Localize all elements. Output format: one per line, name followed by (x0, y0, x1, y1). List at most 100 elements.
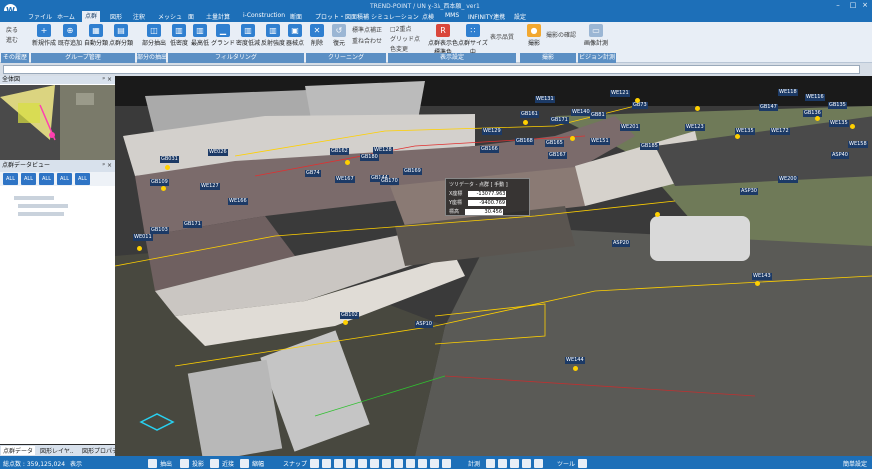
point-label[interactable]: GB147 (759, 104, 778, 111)
delete-button[interactable]: ✕ 削除 (310, 24, 324, 47)
point-label[interactable]: GB171 (183, 221, 202, 228)
point-marker[interactable] (815, 116, 820, 121)
partial-extract-button[interactable]: ◫ 部分抽出 (142, 24, 166, 47)
point-label[interactable]: ASP20 (612, 240, 630, 247)
point-marker[interactable] (695, 106, 700, 111)
menu-mesh[interactable]: メッシュ (158, 12, 182, 21)
menu-file[interactable]: ファイル (28, 12, 52, 21)
point-marker[interactable] (850, 124, 855, 129)
instrument-point-button[interactable]: ▣ 器械点 (286, 24, 304, 47)
standard-correct-button[interactable]: 標準点補正 (352, 25, 382, 34)
menu-infinity[interactable]: INFINITY連携 (468, 12, 505, 21)
capture-button[interactable]: ● 撮影 (527, 24, 541, 47)
point-label[interactable]: WE129 (482, 128, 502, 135)
point-label[interactable]: ASP10 (415, 321, 433, 328)
menu-point-cloud[interactable]: 点群 (82, 11, 101, 22)
point-label[interactable]: GB168 (515, 138, 534, 145)
low-density-button[interactable]: ▥ 低密度 (170, 24, 188, 47)
point-label[interactable]: GB161 (520, 111, 539, 118)
menu-settings[interactable]: 設定 (514, 12, 526, 21)
point-label[interactable]: GB102 (340, 312, 359, 319)
snap-option-icon[interactable] (334, 459, 343, 468)
point-marker[interactable] (635, 98, 640, 103)
tab-point-data[interactable]: 点群データ (1, 446, 36, 455)
width-toggle-icon[interactable] (240, 459, 249, 468)
display-quality-button[interactable]: 表示品質 (490, 32, 514, 41)
new-group-button[interactable]: + 新規作成 (32, 24, 56, 47)
menu-home[interactable]: ホーム (57, 12, 75, 21)
snap-option-icon[interactable] (430, 459, 439, 468)
status-measure[interactable]: 計測 (468, 459, 480, 468)
tree-item-blurred[interactable] (18, 204, 68, 208)
snap-option-icon[interactable] (358, 459, 367, 468)
point-label[interactable]: ASP30 (740, 188, 758, 195)
command-input[interactable] (3, 65, 860, 74)
ground-button[interactable]: ▁ グランド (211, 24, 235, 47)
reflection-button[interactable]: ▥ 反射強度 (261, 24, 285, 47)
point-label[interactable]: GB185 (640, 143, 659, 150)
point-label[interactable]: ASP40 (831, 152, 849, 159)
status-width[interactable]: 縮幅 (252, 459, 264, 468)
status-proximity[interactable]: 近接 (222, 459, 234, 468)
menu-i-construction[interactable]: i-Construction (243, 12, 285, 19)
restore-button[interactable]: ↺ 復元 (332, 24, 346, 47)
snap-option-icon[interactable] (310, 459, 319, 468)
point-label[interactable]: GB180 (360, 154, 379, 161)
extract-toggle-icon[interactable] (148, 459, 157, 468)
highest-lowest-button[interactable]: ▥ 最高低 (191, 24, 209, 47)
point-label[interactable]: GB103 (150, 227, 169, 234)
color-change-button[interactable]: 色変更 (390, 44, 408, 53)
point-size-button[interactable]: ∷点群サイズ中 (458, 24, 488, 56)
redo-button[interactable]: 進む (6, 35, 18, 44)
add-existing-button[interactable]: ⊕ 既存追加 (58, 24, 82, 47)
menu-plot[interactable]: プロット・図面積補 (315, 12, 369, 21)
point-label[interactable]: WE200 (778, 176, 798, 183)
menu-surface[interactable]: 面 (188, 12, 194, 21)
point-marker[interactable] (655, 212, 660, 217)
status-projection[interactable]: 投影 (192, 459, 204, 468)
close-icon[interactable]: ᵖ × (102, 160, 112, 172)
status-snap[interactable]: スナップ (283, 459, 307, 468)
auto-classify-button[interactable]: ▦ 自動分類 (84, 24, 108, 47)
point-label[interactable]: WE123 (685, 124, 705, 131)
tree-item-blurred[interactable] (18, 212, 64, 216)
measure-option-icon[interactable] (510, 459, 519, 468)
overview-map[interactable] (0, 85, 115, 160)
snap-option-icon[interactable] (418, 459, 427, 468)
point-label[interactable]: WE135 (829, 120, 849, 127)
point-label[interactable]: WE128 (373, 147, 393, 154)
tab-shape-layers[interactable]: 図形レイヤ.. (38, 446, 76, 455)
snap-option-icon[interactable] (442, 459, 451, 468)
close-icon[interactable]: ᵖ × (102, 76, 112, 84)
point-marker[interactable] (343, 320, 348, 325)
menu-inspection[interactable]: 点検 (422, 12, 434, 21)
point-label[interactable]: WE116 (805, 94, 825, 101)
point-label[interactable]: WE121 (610, 90, 630, 97)
point-marker[interactable] (137, 246, 142, 251)
point-marker[interactable] (161, 186, 166, 191)
point-tree[interactable] (0, 186, 115, 444)
status-tools[interactable]: ツール (557, 459, 575, 468)
snap-option-icon[interactable] (322, 459, 331, 468)
menu-annotation[interactable]: 注釈 (133, 12, 145, 21)
measure-option-icon[interactable] (534, 459, 543, 468)
menu-simulation[interactable]: シミュレーション (371, 12, 419, 21)
measure-option-icon[interactable] (498, 459, 507, 468)
minimize-button[interactable]: – (830, 0, 846, 11)
snap-option-icon[interactable] (382, 459, 391, 468)
point-label[interactable]: GB166 (480, 146, 499, 153)
point-label[interactable]: WE144 (565, 357, 585, 364)
point-label[interactable]: WE011 (133, 234, 153, 241)
point-label[interactable]: WE167 (335, 176, 355, 183)
point-label[interactable]: WE201 (620, 124, 640, 131)
point-marker[interactable] (165, 165, 170, 170)
point-label[interactable]: WE172 (770, 128, 790, 135)
tool-option-icon[interactable] (578, 459, 587, 468)
proximity-toggle-icon[interactable] (210, 459, 219, 468)
point-label[interactable]: GB162 (330, 148, 349, 155)
point-label[interactable]: GB109 (150, 179, 169, 186)
easy-settings-button[interactable]: 簡単設定 (843, 459, 867, 468)
grid-point-checkbox[interactable]: グリッド点 (390, 34, 420, 43)
point-label[interactable]: WE140 (571, 109, 591, 116)
point-marker[interactable] (345, 160, 350, 165)
